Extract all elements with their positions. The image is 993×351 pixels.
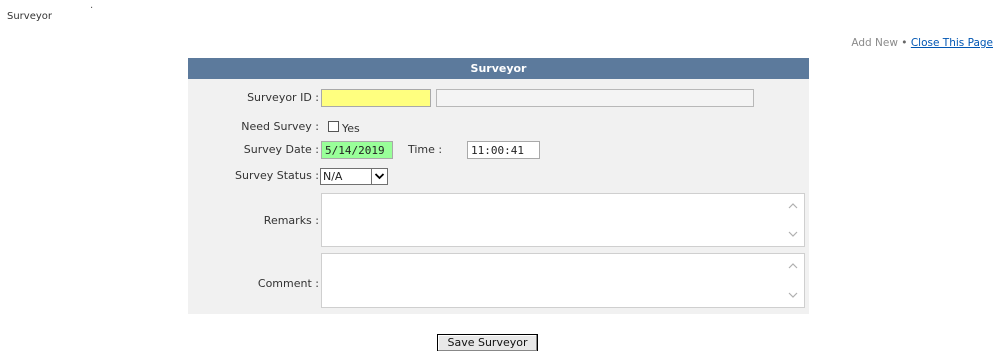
save-surveyor-button[interactable]: Save Surveyor <box>437 334 538 351</box>
scroll-down-icon[interactable] <box>787 228 799 240</box>
survey-status-select[interactable]: N/A <box>320 168 388 185</box>
surveyor-id-label: Surveyor ID : <box>247 91 319 104</box>
link-separator: • <box>901 37 908 49</box>
surveyor-form: Surveyor Surveyor ID : Need Survey : Yes… <box>188 58 809 314</box>
add-new-label: Add New <box>851 37 898 49</box>
form-header: Surveyor <box>188 58 809 79</box>
survey-status-label: Survey Status : <box>234 169 319 182</box>
survey-date-input[interactable]: 5/14/2019 <box>321 141 393 159</box>
page-title: Surveyor <box>7 11 53 22</box>
time-label: Time : <box>408 143 443 156</box>
close-page-link[interactable]: Close This Page <box>911 37 993 49</box>
scroll-down-icon[interactable] <box>787 289 799 301</box>
comment-textarea[interactable] <box>321 253 805 308</box>
surveyor-id-input[interactable] <box>321 89 431 107</box>
scroll-up-icon[interactable] <box>787 260 799 272</box>
surveyor-name-field <box>436 89 754 107</box>
chevron-down-icon[interactable] <box>371 169 387 184</box>
page-dot: . <box>90 0 94 11</box>
comment-label: Comment : <box>257 277 319 290</box>
time-input[interactable]: 11:00:41 <box>467 141 540 159</box>
remarks-label: Remarks : <box>263 214 319 227</box>
need-survey-checkbox[interactable] <box>328 121 339 132</box>
survey-status-value: N/A <box>323 170 343 183</box>
scroll-up-icon[interactable] <box>787 200 799 212</box>
top-links: Add New • Close This Page <box>851 37 993 49</box>
survey-date-label: Survey Date : <box>243 143 319 156</box>
need-survey-yes-label: Yes <box>342 122 360 135</box>
remarks-textarea[interactable] <box>321 193 805 247</box>
need-survey-label: Need Survey : <box>241 120 319 133</box>
